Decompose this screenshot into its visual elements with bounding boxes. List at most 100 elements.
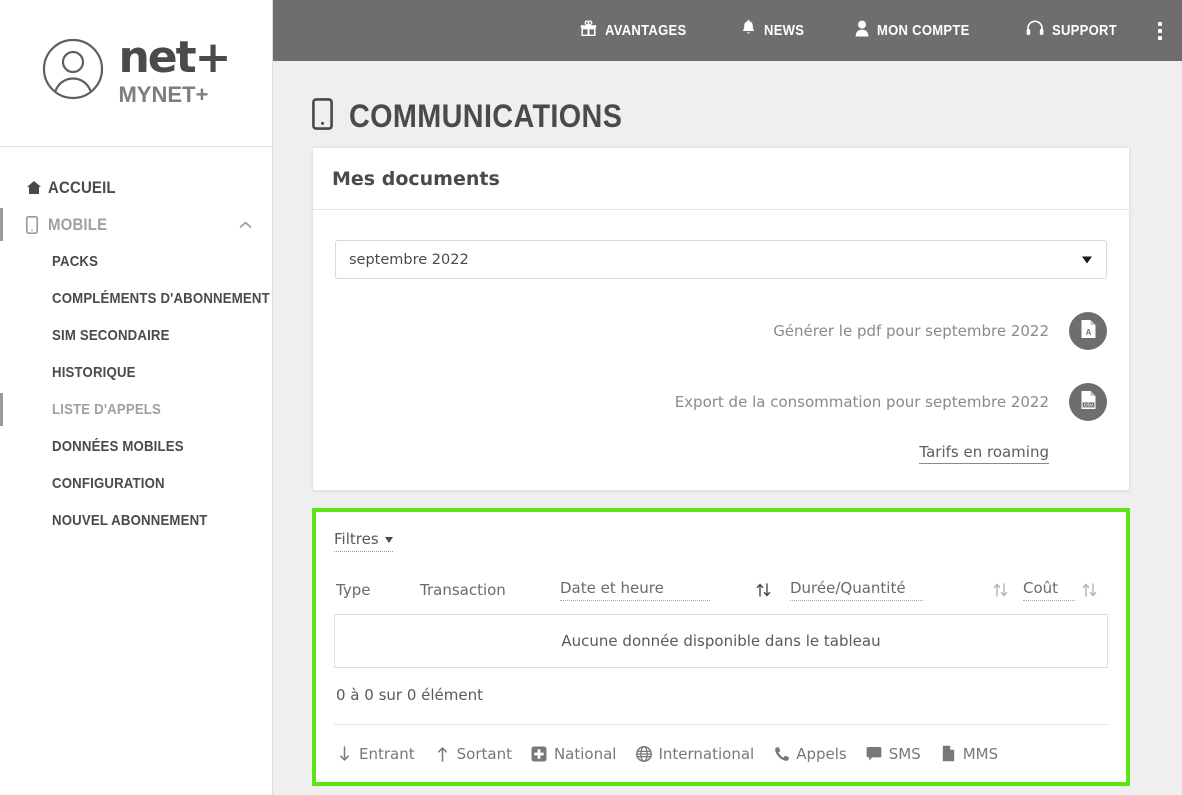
speech-bubble-icon <box>866 746 883 761</box>
topbar-item-support[interactable]: SUPPORT <box>1026 20 1124 41</box>
sidebar-item-mobile[interactable]: MOBILE <box>0 206 272 243</box>
column-header-date-et-heure[interactable]: Date et heure <box>560 579 710 601</box>
legend-item-mms: MMS <box>940 745 998 763</box>
caret-down-icon <box>1082 256 1092 263</box>
swiss-cross-icon <box>531 746 548 762</box>
sidebar-subitem-label: DONNÉES MOBILES <box>52 438 184 455</box>
brand-subtitle: MYNET+ <box>118 82 209 107</box>
topbar-item-label: MON COMPTE <box>876 22 970 39</box>
mobile-icon <box>26 215 48 234</box>
sidebar: net+ MYNET+ ACCUEIL MOBILE PACKS COMPLÉM… <box>0 0 273 795</box>
page-title: COMMUNICATIONS <box>312 61 1130 147</box>
chevron-down-icon <box>384 536 393 543</box>
table-header-row: Type Transaction Date et heure Durée/Qua… <box>334 566 1108 614</box>
generate-pdf-row: Générer le pdf pour septembre 2022 A <box>335 312 1107 350</box>
topbar-item-label: NEWS <box>764 22 805 39</box>
table-empty-row: Aucune donnée disponible dans le tableau <box>334 614 1108 668</box>
kebab-menu-icon[interactable] <box>1158 21 1162 40</box>
communications-table-card-highlight: Filtres Type Transaction Date et heure D… <box>312 508 1130 786</box>
sidebar-subitem-label: LISTE D'APPELS <box>52 401 162 418</box>
sidebar-subitem-label: SIM SECONDAIRE <box>52 327 170 344</box>
roaming-link-row: Tarifs en roaming <box>335 443 1107 464</box>
sort-updown-icon-cout[interactable] <box>1075 581 1106 599</box>
sidebar-item-complements-abonnement[interactable]: COMPLÉMENTS D'ABONNEMENT <box>0 280 272 317</box>
topbar-item-avantages[interactable]: AVANTAGES <box>580 20 696 41</box>
sidebar-item-sim-secondaire[interactable]: SIM SECONDAIRE <box>0 317 272 354</box>
month-select-value: septembre 2022 <box>349 251 469 268</box>
sidebar-item-label: MOBILE <box>48 214 108 234</box>
legend-label: International <box>658 744 755 763</box>
legend-item-international: International <box>635 745 754 763</box>
documents-card-title: Mes documents <box>332 167 500 190</box>
bell-icon <box>741 19 756 42</box>
sort-updown-icon-duree[interactable] <box>923 581 1011 599</box>
sidebar-subitem-label: NOUVEL ABONNEMENT <box>52 512 208 529</box>
generate-pdf-button[interactable]: A <box>1069 312 1107 350</box>
sidebar-item-accueil[interactable]: ACCUEIL <box>0 169 272 206</box>
globe-icon <box>635 745 652 762</box>
svg-text:A: A <box>1085 328 1091 337</box>
sidebar-subitem-label: HISTORIQUE <box>52 364 136 381</box>
sidebar-item-donnees-mobiles[interactable]: DONNÉES MOBILES <box>0 428 272 465</box>
export-consumption-row: Export de la consommation pour septembre… <box>335 383 1107 421</box>
legend-label: MMS <box>962 744 999 763</box>
sidebar-item-packs[interactable]: PACKS <box>0 243 272 280</box>
filters-toggle[interactable]: Filtres <box>334 530 393 552</box>
sidebar-item-configuration[interactable]: CONFIGURATION <box>0 465 272 502</box>
chevron-up-icon[interactable] <box>239 216 252 234</box>
page-title-text: COMMUNICATIONS <box>349 97 623 134</box>
gift-icon <box>580 20 597 41</box>
sidebar-nav: ACCUEIL MOBILE PACKS COMPLÉMENTS D'ABONN… <box>0 147 272 539</box>
column-header-duree-quantite[interactable]: Durée/Quantité <box>790 579 923 601</box>
person-icon <box>855 20 869 42</box>
active-indicator <box>0 393 3 426</box>
home-icon <box>26 180 48 195</box>
sidebar-item-nouvel-abonnement[interactable]: NOUVEL ABONNEMENT <box>0 502 272 539</box>
phone-icon <box>773 746 790 762</box>
column-header-type: Type <box>336 581 371 599</box>
active-indicator <box>0 208 3 241</box>
brand-name: net+ <box>118 32 231 83</box>
sidebar-subitem-label: CONFIGURATION <box>52 475 165 492</box>
sidebar-item-historique[interactable]: HISTORIQUE <box>0 354 272 391</box>
brand-logo[interactable]: net+ MYNET+ <box>0 0 272 147</box>
table-legend: Entrant Sortant National International A… <box>334 724 1108 782</box>
topbar-item-label: SUPPORT <box>1051 22 1117 39</box>
table-empty-message: Aucune donnée disponible dans le tableau <box>561 632 881 650</box>
topbar: AVANTAGES NEWS MON COMPTE SUPPORT <box>273 0 1182 61</box>
arrow-up-icon <box>434 746 451 762</box>
sidebar-item-liste-appels[interactable]: LISTE D'APPELS <box>0 391 272 428</box>
legend-label: Entrant <box>359 744 415 763</box>
legend-item-national: National <box>531 744 617 763</box>
documents-card-body: septembre 2022 Générer le pdf pour septe… <box>313 210 1129 490</box>
legend-item-appels: Appels <box>773 745 847 763</box>
export-consumption-button[interactable]: CSV <box>1069 383 1107 421</box>
main-content: COMMUNICATIONS Mes documents septembre 2… <box>273 61 1182 795</box>
table-count-text: 0 à 0 sur 0 élément <box>336 686 484 704</box>
mobile-icon <box>312 97 333 135</box>
tarifs-roaming-link[interactable]: Tarifs en roaming <box>919 443 1049 464</box>
legend-label: Appels <box>796 744 847 763</box>
legend-label: National <box>553 744 617 763</box>
communications-table-card: Filtres Type Transaction Date et heure D… <box>316 512 1126 782</box>
legend-item-entrant: Entrant <box>336 745 415 763</box>
legend-item-sms: SMS <box>866 745 921 763</box>
legend-item-sortant: Sortant <box>434 745 512 763</box>
topbar-item-mon-compte[interactable]: MON COMPTE <box>855 20 980 42</box>
generate-pdf-label[interactable]: Générer le pdf pour septembre 2022 <box>773 322 1049 340</box>
month-select[interactable]: septembre 2022 <box>335 240 1107 279</box>
csv-file-icon: CSV <box>1080 390 1097 415</box>
topbar-item-label: AVANTAGES <box>604 22 687 39</box>
sort-updown-icon-date[interactable] <box>710 581 774 599</box>
column-header-transaction: Transaction <box>420 581 506 599</box>
documents-card-header: Mes documents <box>313 148 1129 210</box>
topbar-item-news[interactable]: NEWS <box>741 19 809 42</box>
column-header-cout[interactable]: Coût <box>1023 579 1075 601</box>
documents-card: Mes documents septembre 2022 Générer le … <box>312 147 1130 491</box>
document-icon <box>940 745 957 762</box>
filters-label: Filtres <box>334 530 379 548</box>
svg-text:CSV: CSV <box>1083 402 1092 407</box>
export-consumption-label[interactable]: Export de la consommation pour septembre… <box>675 393 1049 411</box>
pdf-file-icon: A <box>1080 319 1097 344</box>
legend-label: SMS <box>888 744 921 763</box>
